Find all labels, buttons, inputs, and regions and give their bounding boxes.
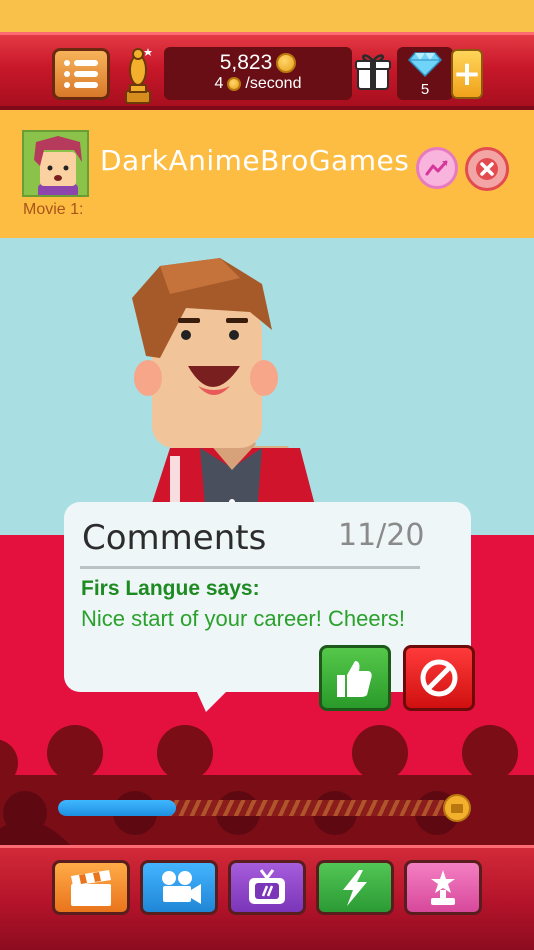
block-button[interactable] [403, 645, 475, 711]
money-rate-amount: 4 [214, 75, 224, 92]
star-trophy-icon [431, 869, 455, 905]
comments-title: Comments [82, 518, 267, 558]
comment-text: Nice start of your career! Cheers! [81, 606, 406, 631]
nav-production-button[interactable] [140, 860, 218, 915]
scene-background [0, 238, 534, 540]
clapperboard-icon [71, 869, 111, 906]
comment-bubble-tail [196, 690, 228, 712]
close-icon [476, 158, 498, 180]
movie-label: Movie 1: [23, 201, 84, 218]
top-strip [0, 0, 534, 32]
like-button[interactable] [319, 645, 391, 711]
add-gems-button[interactable]: + [451, 49, 483, 99]
bottom-nav [0, 845, 534, 950]
money-panel: 5,823 4 /second [164, 47, 352, 100]
audience-icon [0, 725, 534, 845]
menu-button[interactable] [52, 48, 110, 100]
coin-icon [227, 77, 242, 91]
movie-camera-icon [162, 870, 201, 904]
lightning-icon [343, 869, 367, 906]
avatar[interactable] [22, 130, 89, 197]
coin-icon [443, 794, 471, 822]
top-bar: 5,823 4 /second 5 + [0, 32, 534, 110]
gift-icon[interactable] [355, 51, 391, 91]
avatar-face-icon [24, 132, 87, 195]
oscar-trophy-icon[interactable] [120, 45, 156, 105]
thumbs-up-icon [337, 661, 372, 697]
progress-fill [58, 800, 176, 816]
actor-character-icon [132, 258, 324, 540]
trend-chart-icon [425, 160, 448, 176]
nav-boost-button[interactable] [316, 860, 394, 915]
money-rate-unit: /second [245, 75, 302, 92]
comment-author: Firs Langue says: [81, 577, 260, 600]
audience-silhouettes [0, 715, 534, 845]
player-bar: DarkAnimeBroGames Movie 1: [0, 110, 534, 238]
close-button[interactable] [465, 147, 509, 191]
comments-divider [80, 566, 420, 569]
money-total: 5,823 [219, 51, 273, 74]
stats-button[interactable] [416, 147, 458, 189]
tv-icon [249, 868, 285, 904]
gem-count: 5 [420, 81, 430, 98]
prohibited-icon [420, 659, 458, 697]
progress-bar [58, 800, 450, 816]
nav-awards-button[interactable] [404, 860, 482, 915]
nav-movies-button[interactable] [52, 860, 130, 915]
diamond-icon [407, 52, 443, 78]
player-name: DarkAnimeBroGames [100, 144, 410, 177]
coin-icon [276, 53, 297, 73]
gem-panel: 5 [397, 47, 453, 100]
nav-tv-button[interactable] [228, 860, 306, 915]
comments-counter: 11/20 [338, 518, 425, 553]
